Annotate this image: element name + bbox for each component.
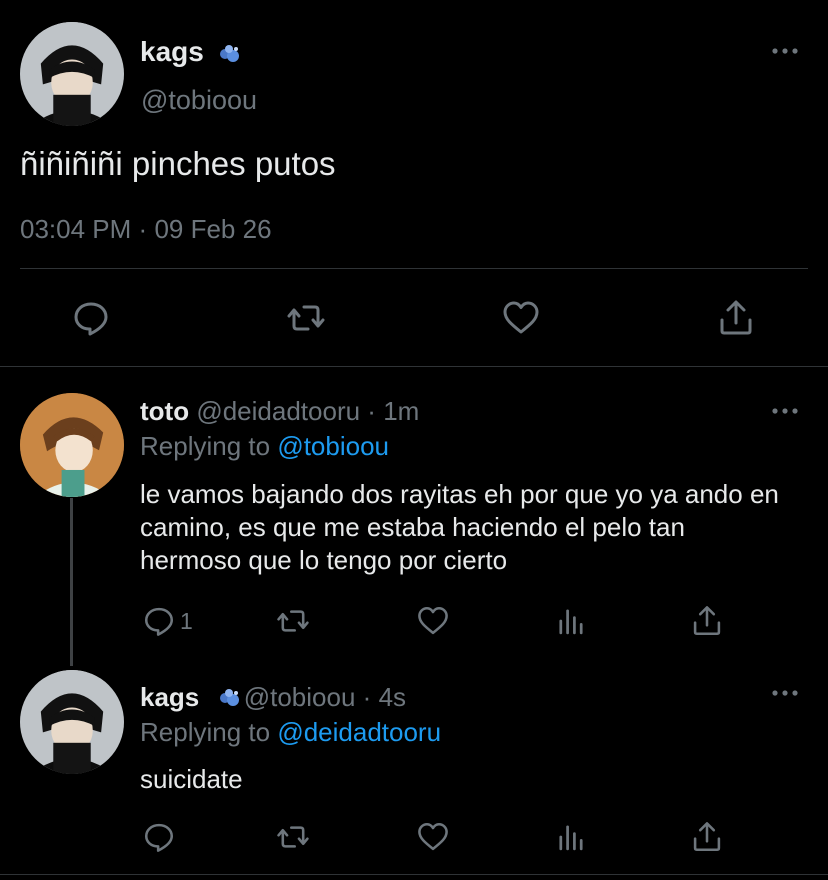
more-options-icon[interactable] — [770, 688, 800, 698]
replying-label: Replying to — [140, 431, 271, 461]
timestamp[interactable]: 03:04 PM · 09 Feb 26 — [20, 214, 272, 245]
like-icon[interactable] — [416, 820, 450, 854]
share-icon[interactable] — [690, 604, 724, 638]
like-icon[interactable] — [501, 298, 541, 338]
divider — [20, 268, 808, 269]
display-name[interactable]: kags — [140, 36, 204, 68]
tweet-text: ñiñiñiñi pinches putos — [20, 145, 336, 182]
mention-link[interactable]: @deidadtooru — [277, 717, 441, 747]
mention-link[interactable]: @tobioou — [277, 431, 389, 461]
display-name[interactable]: kags — [140, 682, 199, 712]
section-divider — [0, 874, 828, 875]
handle[interactable]: @tobioou — [141, 85, 257, 116]
more-options-icon[interactable] — [770, 406, 800, 416]
replying-label: Replying to — [140, 717, 271, 747]
like-icon[interactable] — [416, 604, 450, 638]
reply-header: toto @deidadtooru · 1m — [140, 396, 419, 427]
reply-icon[interactable] — [71, 298, 111, 338]
tweet-text: le vamos bajando dos rayitas eh por que … — [140, 479, 779, 575]
separator: · — [367, 396, 376, 426]
retweet-icon[interactable] — [286, 298, 326, 338]
separator: · — [362, 682, 372, 712]
avatar[interactable] — [20, 670, 124, 774]
main-tweet: kags @tobioou ñiñiñiñi pinches putos 03:… — [0, 0, 828, 366]
verified-badge-icon — [220, 689, 239, 706]
share-icon[interactable] — [690, 820, 724, 854]
avatar[interactable] — [20, 393, 124, 497]
reply-count: 1 — [180, 608, 193, 634]
retweet-icon[interactable] — [276, 604, 310, 638]
tweet-age[interactable]: 1m — [383, 396, 419, 426]
avatar[interactable] — [20, 22, 124, 126]
more-options-icon[interactable] — [770, 46, 800, 56]
date-separator: · — [138, 214, 148, 244]
display-name[interactable]: toto — [140, 396, 189, 426]
analytics-icon[interactable] — [554, 820, 588, 854]
replying-to: Replying to @deidadtooru — [140, 717, 441, 748]
retweet-icon[interactable] — [276, 820, 310, 854]
analytics-icon[interactable] — [554, 604, 588, 638]
tweet-age[interactable]: 4s — [379, 682, 406, 712]
thread-line — [70, 498, 73, 666]
handle[interactable]: @tobioou — [244, 682, 356, 712]
tweet-date: 09 Feb 26 — [154, 214, 272, 244]
handle[interactable]: @deidadtooru — [196, 396, 360, 426]
section-divider — [0, 366, 828, 367]
tweet-text: suicidate — [140, 764, 243, 794]
reply-icon[interactable] — [142, 604, 176, 638]
reply-icon[interactable] — [142, 820, 176, 854]
verified-badge-icon — [220, 45, 239, 62]
reply-header: kags @tobioou · 4s — [140, 682, 406, 713]
share-icon[interactable] — [716, 298, 756, 338]
tweet-time: 03:04 PM — [20, 214, 132, 244]
replying-to: Replying to @tobioou — [140, 431, 389, 462]
